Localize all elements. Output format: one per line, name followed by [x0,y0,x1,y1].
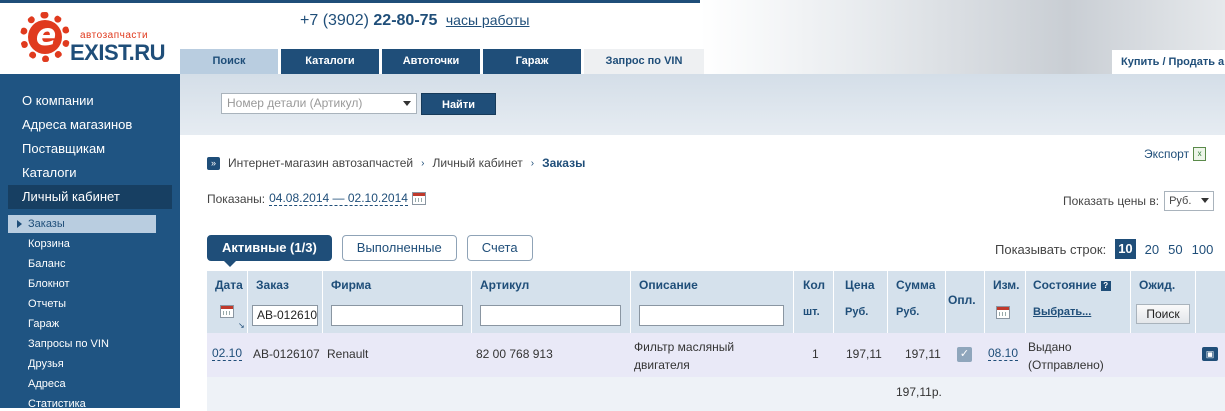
col-description[interactable]: Описание [639,278,698,292]
sidebar-item-about[interactable]: О компании [22,93,94,108]
changed-filter-calendar-icon[interactable] [996,306,1010,319]
rows-option-20[interactable]: 20 [1145,242,1159,257]
sidebar-item-suppliers[interactable]: Поставщикам [22,141,105,156]
buy-sell-link[interactable]: Купить / Продать а [1112,50,1225,74]
breadcrumb-cabinet[interactable]: Личный кабинет [432,156,522,170]
rows-per-page: Показывать строк: 10 20 50 100 [995,239,1213,259]
tab-active-orders[interactable]: Активные (1/3) [207,235,332,267]
col-qty[interactable]: Кол [803,278,825,292]
phone-code: +7 (3902) [300,12,369,29]
search-filter-button[interactable]: Поиск [1136,304,1190,324]
help-icon[interactable]: ? [1100,281,1111,291]
row-date[interactable]: 02.10 [212,347,243,361]
sidebar-subitem-balance[interactable]: Баланс [28,258,65,270]
sidebar-item-cabinet[interactable]: Личный кабинет [8,185,172,209]
phone-number: 22-80-75 [373,12,438,29]
sidebar-subitem-friends[interactable]: Друзья [28,358,64,370]
export-link[interactable]: Экспорт x [1144,147,1207,161]
excel-icon[interactable]: x [1193,147,1207,161]
breadcrumb: » Интернет-магазин автозапчастей › Личны… [207,156,585,170]
chevron-right-icon: › [421,157,425,169]
price-unit: Руб. [845,306,869,318]
chevron-down-icon [403,101,411,106]
col-price[interactable]: Цена [845,278,875,292]
orders-table: Дата Заказ Фирма Артикул Описание Кол Це… [207,271,1225,411]
qty-unit: шт. [803,306,820,318]
tab-invoices[interactable]: Счета [466,235,533,261]
row-state: Выдано (Отправлено) [1028,340,1104,372]
chevron-down-icon [1201,198,1210,203]
row-firm: Renault [327,347,369,361]
order-filter-input[interactable]: AB-0126107 [252,305,318,326]
tab-autopoints[interactable]: Автоточки [382,49,480,74]
delivery-truck-icon[interactable]: ▣ [1202,347,1218,361]
rows-option-100[interactable]: 100 [1192,242,1214,257]
tab-garage[interactable]: Гараж [483,49,581,74]
chevron-right-icon: › [530,157,535,169]
table-row[interactable]: 02.10 AB-0126107 Renault 82 00 768 913 Ф… [207,333,1225,377]
sidebar-item-catalogs[interactable]: Каталоги [22,165,77,180]
total-sum: 197,11р. [896,385,942,399]
sidebar-subitem-notepad[interactable]: Блокнот [28,278,70,290]
sidebar-subitem-vin-requests[interactable]: Запросы по VIN [28,338,109,350]
sidebar-subitem-statistics[interactable]: Статистика [28,398,86,410]
find-button[interactable]: Найти [421,93,496,115]
tab-search[interactable]: Поиск [180,49,278,74]
col-order[interactable]: Заказ [256,278,289,292]
table-header: Дата Заказ Фирма Артикул Описание Кол Це… [207,271,1225,333]
tab-completed-orders[interactable]: Выполненные [341,235,457,261]
col-paid[interactable]: Опл. [948,293,976,307]
main-tabs: Поиск Каталоги Автоточки Гараж Запрос по… [180,49,707,74]
col-changed[interactable]: Изм. [993,278,1020,292]
tab-catalogs[interactable]: Каталоги [281,49,379,74]
description-filter-input[interactable] [639,305,784,326]
row-sum: 197,11 [905,347,941,361]
row-article: 82 00 768 913 [476,347,553,361]
double-chevron-icon: » [207,156,220,170]
rows-option-50[interactable]: 50 [1168,242,1182,257]
sidebar-subitem-reports[interactable]: Отчеты [28,298,66,310]
tab-vin-request[interactable]: Запрос по VIN [584,49,704,74]
col-state[interactable]: Состояние? [1033,278,1111,292]
row-price: 197,11 [846,347,882,361]
currency-select[interactable]: Руб. [1164,191,1215,211]
sum-unit: Руб. [896,306,920,318]
date-filter-calendar-icon[interactable] [220,305,234,318]
sidebar-item-shops[interactable]: Адреса магазинов [22,117,132,132]
resize-arrow-icon: ↘ [238,321,245,330]
firm-filter-input[interactable] [331,305,463,326]
price-currency: Показать цены в: Руб. [1063,191,1215,211]
breadcrumb-shop[interactable]: Интернет-магазин автозапчастей [228,156,413,170]
sidebar: О компании Адреса магазинов Поставщикам … [0,74,180,410]
breadcrumb-current: Заказы [542,156,586,170]
row-description: Фильтр масляный двигателя [634,340,735,372]
phone-block: +7 (3902) 22-80-75 часы работы [300,12,529,30]
col-waiting[interactable]: Ожид. [1139,278,1175,292]
col-article[interactable]: Артикул [480,278,529,292]
row-qty: 1 [812,347,819,361]
article-filter-input[interactable] [480,305,621,326]
row-order: AB-0126107 [253,347,320,361]
shown-period: Показаны: 04.08.2014 — 02.10.2014 [207,191,426,206]
row-changed[interactable]: 08.10 [988,347,1019,361]
col-firm[interactable]: Фирма [331,278,371,292]
col-sum[interactable]: Сумма [896,278,935,292]
calendar-icon[interactable] [411,192,426,205]
state-filter-select[interactable]: Выбрать... [1033,306,1091,318]
sidebar-subitem-orders[interactable]: Заказы [8,215,156,233]
site-logo[interactable]: e автозапчасти EXIST.RU [18,12,168,70]
logo-brand: EXIST.RU [70,40,166,65]
part-number-select[interactable]: Номер детали (Артикул) [221,93,417,114]
paid-check-icon: ✓ [957,347,972,362]
order-tabs: Активные (1/3) Выполненные Счета [207,235,533,267]
total-row: 197,11р. [207,377,1225,411]
sidebar-subitem-cart[interactable]: Корзина [28,238,70,250]
period-dates-link[interactable]: 04.08.2014 — 02.10.2014 [269,191,408,206]
hours-link[interactable]: часы работы [446,12,530,28]
rows-option-10[interactable]: 10 [1115,239,1136,259]
sidebar-subitem-garage[interactable]: Гараж [28,318,59,330]
sidebar-subitem-addresses[interactable]: Адреса [28,378,66,390]
col-date[interactable]: Дата [215,278,243,292]
